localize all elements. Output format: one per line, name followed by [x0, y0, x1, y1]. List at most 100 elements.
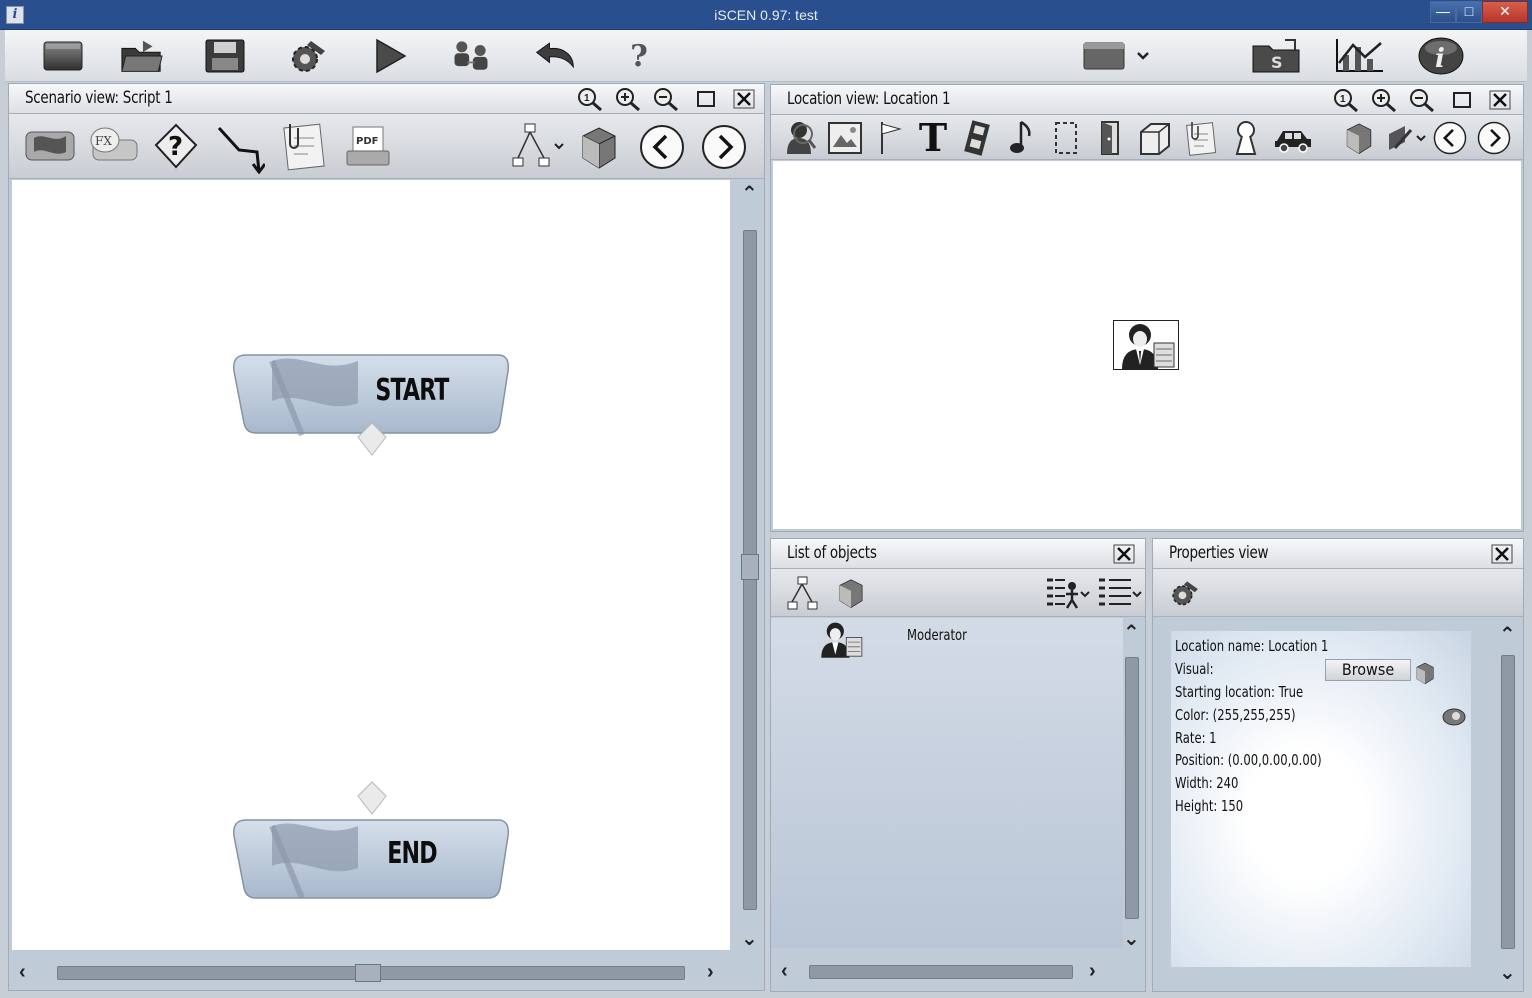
start-node[interactable]: START — [232, 353, 512, 456]
box-tool-icon[interactable] — [1135, 119, 1175, 157]
end-node[interactable]: END — [232, 780, 512, 900]
objects-title: List of objects — [787, 543, 877, 563]
close-panel-icon[interactable] — [1489, 542, 1515, 566]
scroll-left-arrow[interactable]: ‹ — [19, 962, 26, 982]
open-folder-icon[interactable] — [120, 36, 164, 76]
scenario-view-panel: Scenario view: Script 1 1 FX ? PDF START — [8, 83, 765, 991]
condition-tool-icon[interactable]: ? — [153, 122, 199, 170]
export-icon[interactable]: S — [1251, 36, 1301, 76]
moderator-placed-object[interactable] — [1113, 320, 1179, 370]
zoom-out-icon[interactable] — [1409, 88, 1435, 112]
object-cube-icon[interactable] — [833, 575, 869, 611]
maximize-button[interactable]: □ — [1456, 1, 1482, 23]
object-cube-icon[interactable] — [577, 122, 621, 172]
scroll-track[interactable] — [1501, 655, 1515, 949]
next-icon[interactable] — [1475, 119, 1513, 157]
keyhole-tool-icon[interactable] — [1227, 119, 1265, 157]
note-tool-icon[interactable] — [1181, 119, 1221, 157]
zoom-out-icon[interactable] — [653, 87, 679, 111]
start-node-label: START — [375, 373, 449, 408]
scroll-right-arrow[interactable]: › — [707, 962, 714, 982]
video-tool-icon[interactable] — [959, 119, 995, 157]
scroll-track[interactable] — [1125, 657, 1139, 919]
visual-object-cube-icon[interactable] — [1413, 661, 1437, 685]
character-tool-icon[interactable] — [781, 119, 821, 157]
starting-location-property: Starting location: True — [1175, 683, 1304, 701]
window-title: iSCEN 0.97: test — [714, 7, 818, 23]
scroll-left-arrow[interactable]: ‹ — [781, 961, 788, 981]
zoom-in-icon[interactable] — [615, 87, 641, 111]
scroll-thumb[interactable] — [741, 554, 759, 580]
scroll-up-arrow[interactable]: ⌃ — [741, 184, 758, 204]
scenario-tools: FX ? PDF — [9, 114, 764, 179]
objects-horizontal-scrollbar[interactable]: ‹ › — [777, 961, 1117, 981]
note-tool-icon[interactable] — [279, 122, 327, 172]
flag-marker-icon[interactable] — [871, 119, 907, 157]
sound-tool-icon[interactable] — [1005, 119, 1039, 157]
connection-tool-icon[interactable] — [215, 122, 265, 174]
window-titlebar: iSCEN 0.97: test i — □ ✕ — [0, 0, 1532, 30]
play-icon[interactable] — [367, 36, 411, 76]
close-panel-icon[interactable] — [1487, 88, 1513, 112]
scroll-thumb[interactable] — [355, 964, 381, 982]
info-icon[interactable]: i — [1417, 36, 1465, 76]
scroll-down-arrow[interactable]: ⌄ — [741, 929, 758, 949]
objects-vertical-scrollbar[interactable]: ⌃ ⌄ — [1123, 623, 1141, 953]
scroll-track[interactable] — [809, 965, 1073, 979]
scroll-up-arrow[interactable]: ⌃ — [1123, 623, 1140, 643]
previous-icon[interactable] — [639, 124, 685, 170]
properties-vertical-scrollbar[interactable]: ⌃ ⌄ — [1499, 625, 1517, 985]
new-document-icon[interactable] — [41, 36, 85, 76]
pdf-export-icon[interactable]: PDF — [343, 124, 393, 170]
layout-dropdown-icon[interactable] — [511, 122, 569, 172]
door-tool-icon[interactable] — [1093, 119, 1127, 157]
zoom-reset-icon[interactable]: 1 — [577, 87, 603, 111]
scenario-view-title: Scenario view: Script 1 — [25, 88, 173, 108]
help-icon[interactable]: ? — [617, 36, 661, 76]
effect-tool-icon[interactable]: FX — [87, 124, 141, 168]
scroll-right-arrow[interactable]: › — [1089, 961, 1096, 981]
scroll-down-arrow[interactable]: ⌄ — [1499, 963, 1516, 983]
browse-button[interactable]: Browse — [1325, 659, 1411, 681]
scenario-vertical-scrollbar[interactable]: ⌃ ⌄ — [741, 184, 759, 954]
window-dropdown-icon[interactable] — [1081, 36, 1153, 76]
undo-icon[interactable] — [533, 36, 577, 76]
settings-gear-icon[interactable] — [285, 36, 329, 76]
location-canvas[interactable] — [773, 161, 1521, 529]
settings-gear-icon[interactable] — [1165, 575, 1203, 611]
list-item[interactable]: Moderator — [771, 618, 1123, 664]
maximize-panel-icon[interactable] — [693, 87, 719, 111]
next-icon[interactable] — [701, 124, 747, 170]
list-view-dropdown-icon[interactable] — [1097, 575, 1143, 611]
properties-header: Properties view — [1153, 539, 1523, 569]
color-picker-icon[interactable] — [1441, 705, 1467, 727]
area-select-icon[interactable] — [1049, 119, 1083, 157]
paint-dropdown-icon[interactable] — [1385, 119, 1427, 157]
close-panel-icon[interactable] — [1111, 542, 1137, 566]
zoom-in-icon[interactable] — [1371, 88, 1397, 112]
minimize-button[interactable]: — — [1430, 1, 1456, 23]
save-icon[interactable] — [203, 36, 247, 76]
maximize-panel-icon[interactable] — [1449, 88, 1475, 112]
scenario-canvas[interactable]: START END — [12, 180, 730, 950]
text-tool-icon[interactable]: T — [913, 115, 953, 160]
scroll-up-arrow[interactable]: ⌃ — [1499, 625, 1516, 645]
position-property: Position: (0.00,0.00,0.00) — [1175, 751, 1322, 769]
properties-panel: Properties view Location name: Location … — [1152, 538, 1524, 992]
users-icon[interactable] — [449, 36, 493, 76]
statistics-chart-icon[interactable] — [1333, 36, 1385, 76]
close-panel-icon[interactable] — [731, 87, 757, 111]
close-window-button[interactable]: ✕ — [1482, 1, 1528, 23]
image-tool-icon[interactable] — [825, 119, 865, 157]
hierarchy-icon[interactable] — [785, 575, 821, 611]
location-view-title: Location view: Location 1 — [787, 89, 951, 109]
filter-characters-icon[interactable] — [1045, 575, 1091, 611]
flag-tool-icon[interactable] — [23, 124, 77, 168]
scenario-horizontal-scrollbar[interactable]: ‹ › — [15, 962, 725, 982]
previous-icon[interactable] — [1431, 119, 1469, 157]
vehicle-tool-icon[interactable] — [1271, 119, 1315, 157]
info-glyph: i — [1435, 44, 1445, 74]
zoom-reset-icon[interactable]: 1 — [1333, 88, 1359, 112]
object-cube-icon[interactable] — [1341, 119, 1377, 157]
scroll-down-arrow[interactable]: ⌄ — [1123, 929, 1140, 949]
